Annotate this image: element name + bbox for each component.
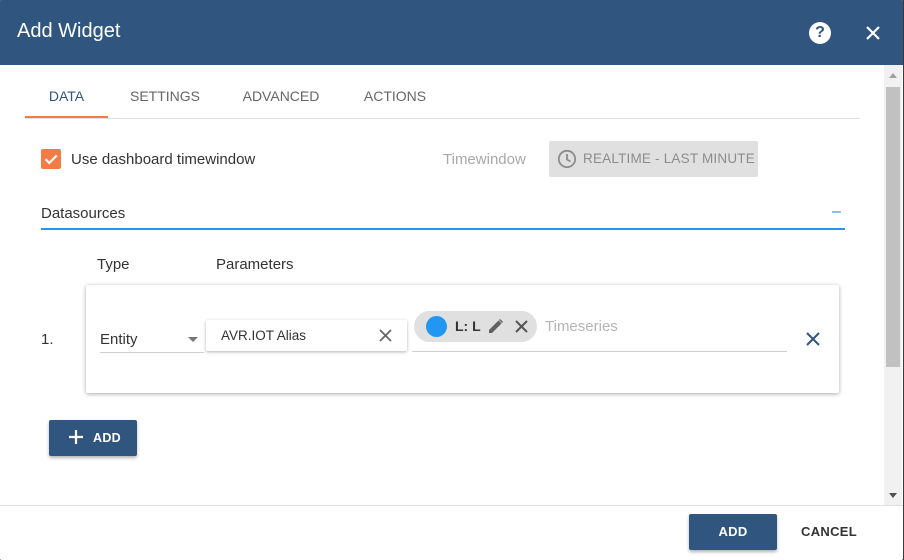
dialog-header: Add Widget ? (0, 0, 903, 65)
tab-actions[interactable]: ACTIONS (358, 86, 432, 121)
edit-icon[interactable] (487, 318, 504, 335)
vertical-scrollbar[interactable] (884, 65, 902, 505)
use-dashboard-timewindow-checkbox[interactable] (41, 149, 61, 169)
help-icon[interactable]: ? (809, 22, 831, 44)
timeseries-chip[interactable]: L: L (414, 311, 537, 342)
close-icon[interactable] (862, 22, 884, 44)
datasources-divider (41, 228, 845, 230)
datasource-type-value: Entity (100, 331, 138, 348)
entity-alias-field[interactable]: AVR.IOT Alias (206, 320, 407, 351)
add-widget-dialog: Add Widget ? DATA SETTINGS ADVANCED ACTI… (0, 0, 903, 560)
remove-datasource-icon[interactable] (805, 331, 821, 347)
timeseries-placeholder: Timeseries (545, 318, 618, 335)
timewindow-label: Timewindow (443, 151, 526, 168)
dialog-footer: ADD CANCEL (0, 505, 903, 560)
datasource-type-select[interactable]: Entity (100, 318, 204, 353)
collapse-datasources-icon[interactable]: – (832, 203, 841, 221)
datasource-index: 1. (41, 331, 54, 348)
timeseries-chips-input[interactable]: L: L Timeseries (412, 310, 787, 352)
chevron-down-icon (188, 337, 198, 342)
remove-chip-icon[interactable] (514, 319, 529, 334)
add-datasource-button[interactable]: ADD (49, 420, 137, 456)
clear-alias-icon[interactable] (378, 328, 393, 343)
use-dashboard-timewindow-label[interactable]: Use dashboard timewindow (71, 151, 255, 168)
dialog-title: Add Widget (17, 20, 121, 42)
add-widget-button[interactable]: ADD (689, 514, 777, 550)
column-header-type: Type (97, 256, 130, 273)
timeseries-key-label: L: L (455, 318, 481, 334)
cancel-button[interactable]: CANCEL (789, 514, 869, 550)
scroll-down-icon[interactable] (889, 493, 897, 498)
checkmark-icon (44, 154, 58, 165)
tab-settings[interactable]: SETTINGS (125, 86, 205, 121)
scroll-up-icon[interactable] (889, 73, 897, 78)
datasources-title: Datasources (41, 205, 126, 222)
timewindow-value: REALTIME - LAST MINUTE (583, 151, 755, 166)
entity-alias-value: AVR.IOT Alias (221, 328, 307, 343)
active-tab-indicator (25, 116, 108, 118)
datasource-card: Entity AVR.IOT Alias L: L Timeseries (86, 285, 839, 393)
tab-bar: DATA SETTINGS ADVANCED ACTIONS (25, 83, 860, 119)
timewindow-button[interactable]: REALTIME - LAST MINUTE (549, 141, 758, 177)
add-datasource-label: ADD (93, 431, 121, 445)
plus-icon (69, 430, 83, 444)
scrollbar-thumb[interactable] (886, 87, 900, 367)
clock-icon (557, 149, 577, 169)
tab-advanced[interactable]: ADVANCED (238, 86, 324, 121)
series-color-dot[interactable] (426, 316, 447, 337)
column-header-parameters: Parameters (216, 256, 294, 273)
